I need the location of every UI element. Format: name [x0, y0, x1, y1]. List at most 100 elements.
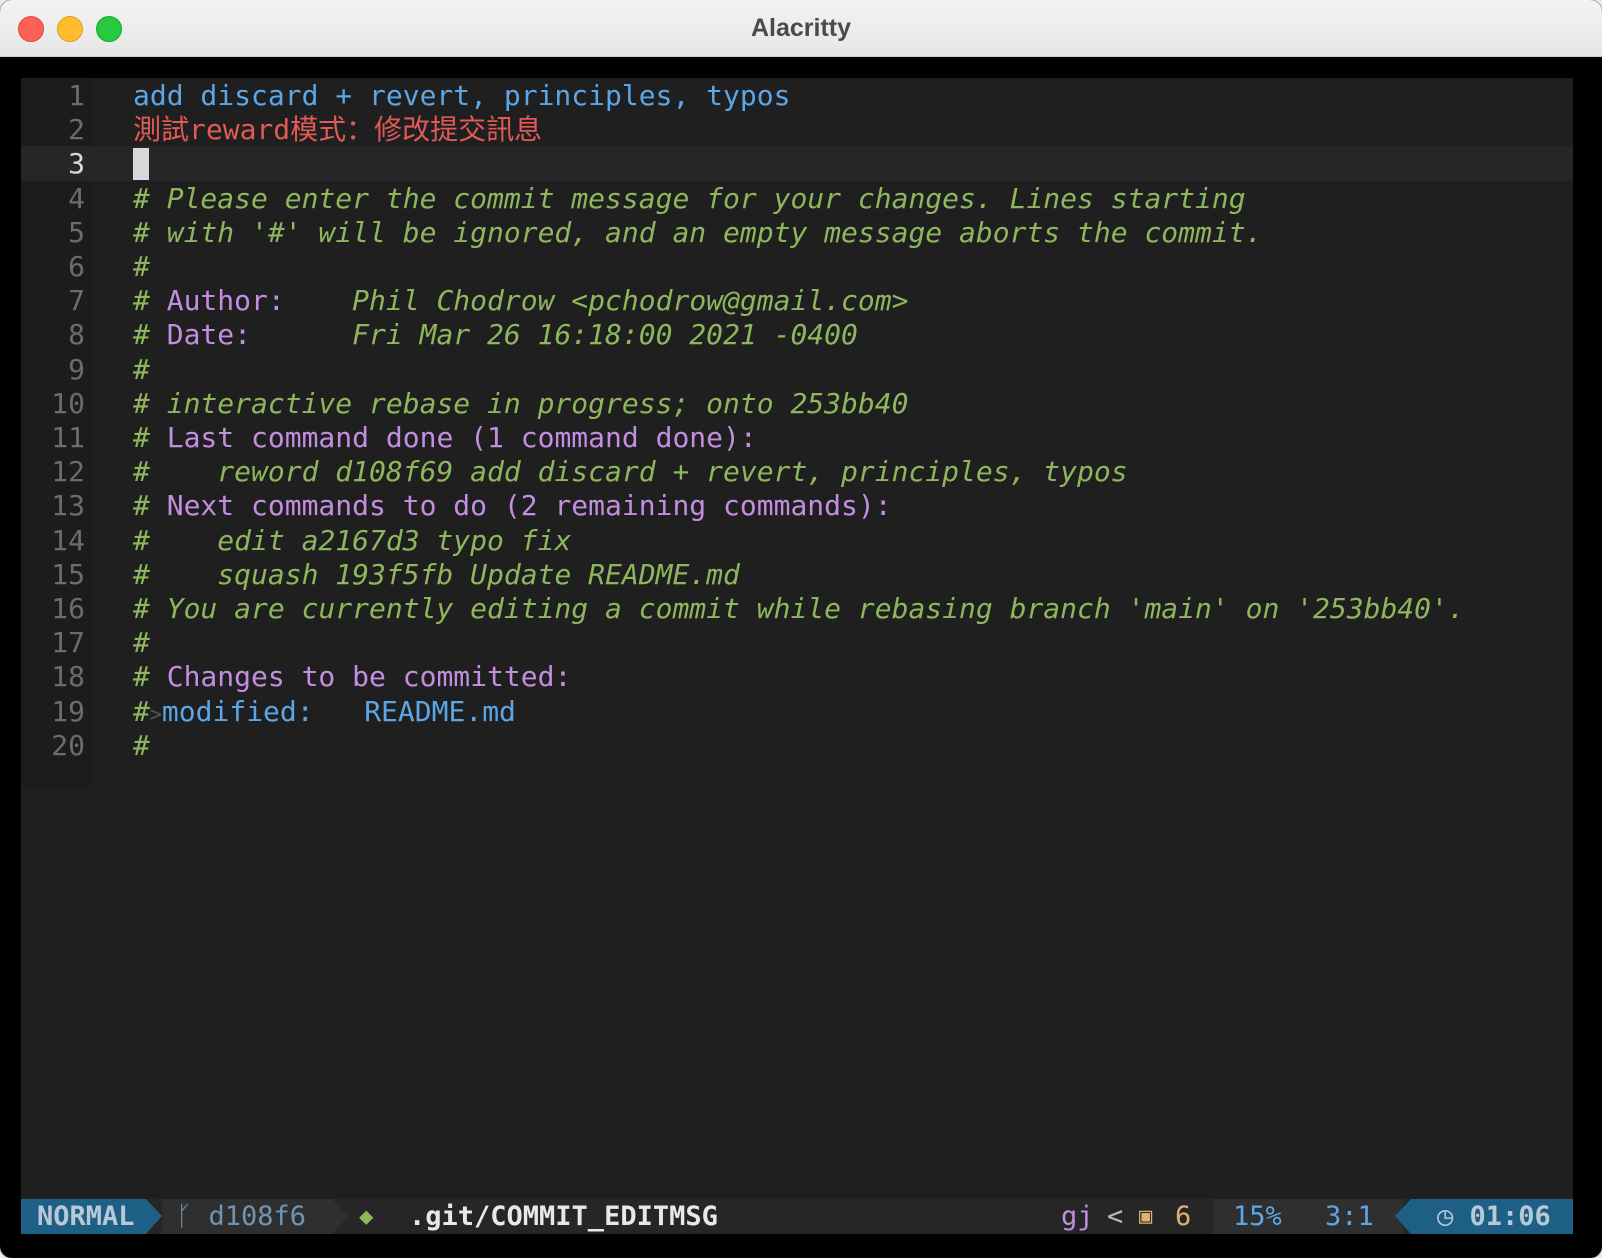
branch-separator — [332, 1199, 348, 1234]
editor-line[interactable]: 19 #>modified: README.md — [21, 694, 1573, 729]
editor-line[interactable]: 11 # Last command done (1 command done): — [21, 420, 1573, 455]
text-segment: Next commands to do (2 remaining command… — [166, 489, 892, 523]
editor-line[interactable]: 18 # Changes to be committed: — [21, 659, 1573, 694]
line-number: 6 — [68, 250, 85, 283]
editor-line[interactable]: 6 # — [21, 249, 1573, 284]
text-segment: # — [133, 660, 167, 694]
text-segment: > — [149, 701, 162, 726]
text-segment: add discard + revert, principles, typos — [133, 79, 791, 112]
line-number: 18 — [51, 660, 85, 694]
text-segment: Last command done (1 command done): — [166, 421, 757, 454]
text-segment: Fri Mar 26 16:18:00 2021 -0400 — [251, 318, 858, 352]
text-segment: # — [133, 694, 150, 728]
text-segment: # with '#' will be ignored, and an empty… — [133, 215, 1263, 249]
editor-line[interactable]: 4 # Please enter the commit message for y… — [21, 181, 1573, 216]
line-number: 10 — [51, 386, 85, 420]
segment-separator: < — [1107, 1201, 1124, 1232]
mode-separator — [146, 1199, 162, 1234]
count-indicator: 6 — [1175, 1201, 1192, 1232]
editor-line[interactable]: 14 # edit a2167d3 typo fix — [21, 523, 1573, 558]
text-segment: Phil Chodrow <pchodrow@gmail.com> — [284, 284, 909, 318]
line-number: 14 — [51, 523, 85, 557]
line-number: 12 — [51, 455, 85, 489]
text-segment: # Please enter the commit message for yo… — [133, 181, 1246, 215]
editor-line[interactable]: 2 測試reward模式：修改提交訊息 — [21, 112, 1573, 147]
line-text: # interactive rebase in progress; onto 2… — [133, 386, 908, 421]
text-segment: # — [133, 284, 167, 318]
terminal-window: Alacritty 1 add discard + revert, princip… — [0, 0, 1602, 1258]
line-text: # Please enter the commit message for yo… — [133, 181, 1246, 216]
text-segment: squash 193f5fb Update README.md — [149, 557, 740, 591]
text-segment: modified: README.md — [161, 694, 516, 728]
editor-line[interactable]: 13 # Next commands to do (2 remaining com… — [21, 488, 1573, 523]
line-text: # — [133, 249, 150, 284]
text-segment: Date: — [166, 318, 252, 352]
line-number: 7 — [68, 284, 85, 318]
line-number: 5 — [68, 215, 85, 249]
editor-line[interactable]: 5 # with '#' will be ignored, and an empt… — [21, 215, 1573, 250]
window-title: Alacritty — [750, 14, 852, 42]
line-text: # reword d108f69 add discard + revert, p… — [133, 454, 1128, 489]
line-number: 16 — [51, 592, 85, 625]
editor-line[interactable]: 10 # interactive rebase in progress; onto… — [21, 386, 1573, 421]
git-branch-icon: ᚴ — [176, 1201, 209, 1232]
line-text: 測試reward模式：修改提交訊息 — [133, 112, 542, 147]
text-segment: # — [133, 523, 150, 557]
line-text: # — [133, 352, 150, 387]
status-line: NORMAL ᚴ d108f6 ◆ .git/COMMIT_EDITMSG gj… — [21, 1199, 1573, 1234]
line-number: 13 — [51, 489, 85, 523]
editor-line[interactable]: 15 # squash 193f5fb Update README.md — [21, 557, 1573, 592]
clock-icon: ◷ — [1437, 1201, 1470, 1232]
text-segment: # — [133, 250, 150, 283]
editor-line[interactable]: 16 # You are currently editing a commit w… — [21, 591, 1573, 626]
line-text: # edit a2167d3 typo fix — [133, 523, 571, 558]
line-number: 2 — [68, 113, 85, 147]
editor-line[interactable]: 3 — [21, 146, 1573, 182]
line-text: # Author: Phil Chodrow <pchodrow@gmail.c… — [133, 283, 908, 318]
line-text: add discard + revert, principles, typos — [133, 78, 790, 113]
file-name: .git/COMMIT_EDITMSG — [409, 1201, 718, 1232]
line-text: # Last command done (1 command done): — [133, 420, 757, 455]
package-icon: ▣ — [1139, 1204, 1153, 1229]
editor-line[interactable]: 12 # reword d108f69 add discard + revert,… — [21, 454, 1573, 489]
editor-line[interactable]: 8 # Date: Fri Mar 26 16:18:00 2021 -0400 — [21, 317, 1573, 352]
line-text: # — [133, 625, 150, 660]
line-number: 17 — [51, 626, 85, 660]
macro-indicator: gj — [1061, 1201, 1094, 1232]
editor-line[interactable]: 20 # — [21, 728, 1573, 763]
text-segment: 測試reward模式：修改提交訊息 — [133, 113, 543, 147]
line-text: # You are currently editing a commit whi… — [133, 591, 1465, 626]
editor-line[interactable]: 1 add discard + revert, principles, typos — [21, 78, 1573, 113]
text-segment: # — [133, 455, 150, 489]
text-segment: # You are currently editing a commit whi… — [133, 592, 1465, 625]
clock-separator — [1395, 1199, 1411, 1234]
text-segment: # — [133, 318, 167, 352]
line-number: 4 — [68, 181, 85, 215]
line-text: #>modified: README.md — [133, 694, 516, 732]
text-segment: # interactive rebase in progress; onto 2… — [133, 386, 909, 420]
text-segment: # — [133, 728, 150, 762]
editor-line[interactable]: 7 # Author: Phil Chodrow <pchodrow@gmail.… — [21, 283, 1573, 318]
line-number: 20 — [51, 728, 85, 762]
text-segment: # — [133, 352, 150, 386]
editor-line[interactable]: 9 # — [21, 352, 1573, 387]
text-segment: # — [133, 421, 167, 454]
text-segment: # — [133, 557, 150, 591]
line-text: # — [133, 728, 150, 763]
editor-area[interactable]: 1 add discard + revert, principles, typos… — [21, 78, 1573, 1234]
text-segment: Changes to be committed: — [166, 660, 572, 694]
text-segment: reword d108f69 add discard + revert, pri… — [149, 455, 1128, 489]
line-number: 8 — [68, 318, 85, 352]
text-segment: # — [133, 626, 150, 660]
line-text: # Next commands to do (2 remaining comma… — [133, 488, 892, 523]
line-text: # Date: Fri Mar 26 16:18:00 2021 -0400 — [133, 317, 858, 352]
editor-line[interactable]: 17 # — [21, 625, 1573, 660]
line-number: 3 — [68, 147, 85, 181]
git-diff-icon: ◆ — [359, 1202, 374, 1230]
text-segment: # — [133, 489, 167, 523]
mode-indicator: NORMAL — [21, 1199, 146, 1234]
line-text: # with '#' will be ignored, and an empty… — [133, 215, 1262, 250]
title-bar: Alacritty — [0, 0, 1602, 57]
text-segment: edit a2167d3 typo fix — [149, 523, 572, 557]
clock-time: 01:06 — [1469, 1201, 1551, 1232]
